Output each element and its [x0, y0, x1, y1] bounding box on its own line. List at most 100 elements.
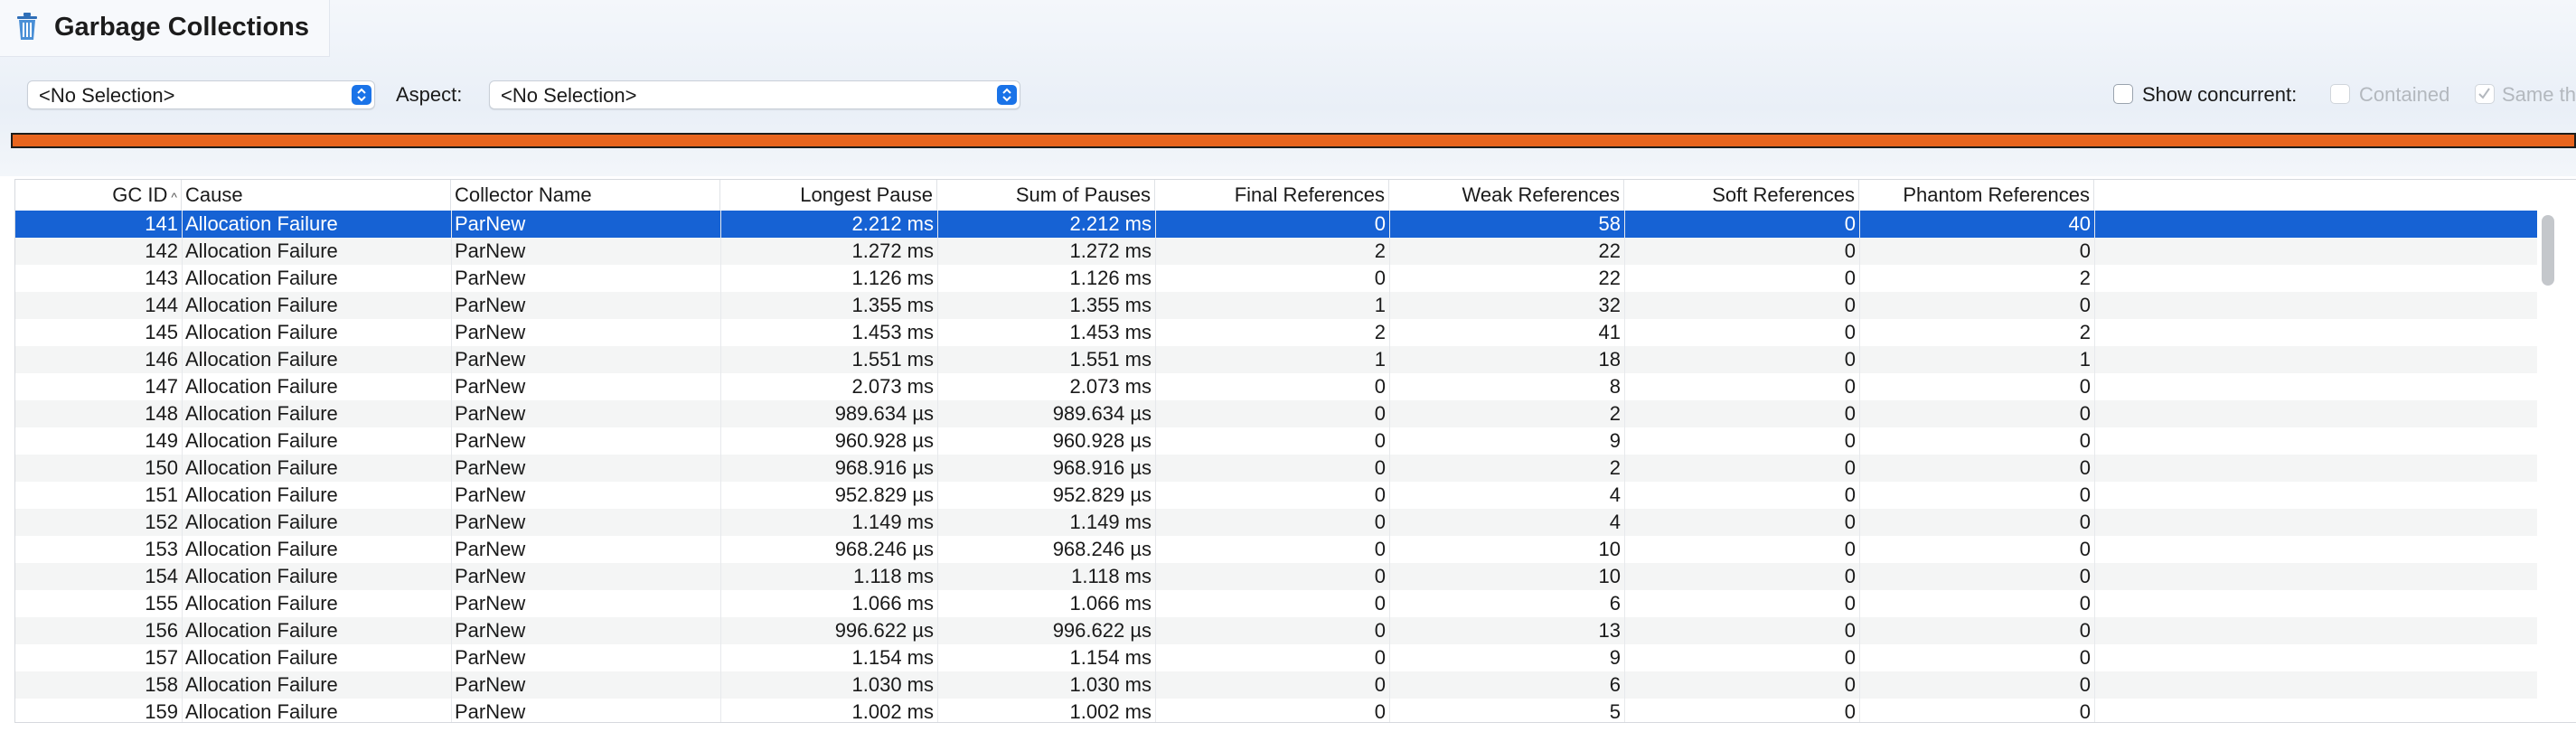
sum-of-pauses-cell: 996.622 µs — [1052, 619, 1152, 642]
collector-name-cell: ParNew — [455, 402, 526, 425]
soft-references-cell: 0 — [1844, 375, 1856, 398]
gc-id-cell: 152 — [145, 511, 178, 533]
weak-references-cell: 9 — [1609, 429, 1621, 452]
table-row[interactable]: 147 Allocation Failure ParNew 2.073 ms 2.073… — [15, 373, 2537, 400]
column-header-gc-id[interactable]: GC ID ^ — [15, 180, 182, 211]
phantom-references-cell: 40 — [2068, 212, 2091, 235]
contained-checkbox[interactable] — [2330, 84, 2350, 104]
show-concurrent-checkbox[interactable] — [2113, 84, 2133, 104]
column-header-weak-references[interactable]: Weak References — [1389, 180, 1624, 211]
collector-name-cell: ParNew — [455, 700, 526, 723]
longest-pause-cell: 2.212 ms — [851, 212, 935, 235]
phantom-references-cell: 0 — [2079, 673, 2091, 696]
sum-of-pauses-cell: 1.355 ms — [1069, 294, 1152, 316]
table-row[interactable]: 145 Allocation Failure ParNew 1.453 ms 1.453… — [15, 319, 2537, 346]
column-header-final-references[interactable]: Final References — [1155, 180, 1389, 211]
weak-references-cell: 4 — [1609, 511, 1621, 533]
cause-cell: Allocation Failure — [185, 619, 338, 642]
table-row[interactable]: 144 Allocation Failure ParNew 1.355 ms 1.355… — [15, 292, 2537, 319]
table-row[interactable]: 155 Allocation Failure ParNew 1.066 ms 1.066… — [15, 590, 2537, 617]
table-row[interactable]: 152 Allocation Failure ParNew 1.149 ms 1.149… — [15, 509, 2537, 536]
timeline-bar[interactable] — [11, 133, 2576, 148]
table-row[interactable]: 148 Allocation Failure ParNew 989.634 µs 989… — [15, 400, 2537, 427]
weak-references-cell: 18 — [1598, 348, 1621, 371]
show-concurrent-label: Show concurrent: — [2142, 83, 2298, 106]
sum-of-pauses-cell: 1.453 ms — [1069, 321, 1152, 343]
column-divider — [182, 211, 183, 722]
column-divider — [937, 211, 938, 722]
table-row[interactable]: 142 Allocation Failure ParNew 1.272 ms 1.272… — [15, 238, 2537, 265]
final-references-cell: 0 — [1374, 565, 1386, 587]
same-threads-checkbox[interactable] — [2475, 84, 2495, 104]
column-header-label: GC ID — [112, 183, 168, 206]
column-header-cause[interactable]: Cause — [182, 180, 451, 211]
column-divider — [720, 211, 721, 722]
collector-name-cell: ParNew — [455, 619, 526, 642]
column-header-soft-references[interactable]: Soft References — [1624, 180, 1859, 211]
soft-references-cell: 0 — [1844, 429, 1856, 452]
soft-references-cell: 0 — [1844, 483, 1856, 506]
phantom-references-cell: 0 — [2079, 456, 2091, 479]
final-references-cell: 0 — [1374, 402, 1386, 425]
column-header-longest-pause[interactable]: Longest Pause — [720, 180, 937, 211]
longest-pause-cell: 1.118 ms — [853, 565, 934, 587]
column-header-phantom-references[interactable]: Phantom References — [1859, 180, 2094, 211]
final-references-cell: 1 — [1374, 348, 1386, 371]
soft-references-cell: 0 — [1844, 619, 1856, 642]
weak-references-cell: 41 — [1598, 321, 1621, 343]
phantom-references-cell: 0 — [2079, 565, 2091, 587]
cause-cell: Allocation Failure — [185, 592, 338, 615]
table-row[interactable]: 159 Allocation Failure ParNew 1.002 ms 1.002… — [15, 699, 2537, 723]
table-row[interactable]: 149 Allocation Failure ParNew 960.928 µs 960… — [15, 427, 2537, 455]
view-tab[interactable]: Garbage Collections — [0, 0, 330, 57]
longest-pause-cell: 1.453 ms — [851, 321, 935, 343]
vertical-scrollbar[interactable] — [2542, 215, 2554, 286]
table-row[interactable]: 146 Allocation Failure ParNew 1.551 ms 1.551… — [15, 346, 2537, 373]
final-references-cell: 0 — [1374, 429, 1386, 452]
weak-references-cell: 6 — [1609, 592, 1621, 615]
cause-cell: Allocation Failure — [185, 429, 338, 452]
table-row[interactable]: 141 Allocation Failure ParNew 2.212 ms 2.212… — [15, 211, 2537, 238]
column-header-sum-of-pauses[interactable]: Sum of Pauses — [937, 180, 1155, 211]
final-references-cell: 0 — [1374, 700, 1386, 723]
gc-id-cell: 158 — [145, 673, 178, 696]
column-header-collector-name[interactable]: Collector Name — [451, 180, 720, 211]
cause-cell: Allocation Failure — [185, 511, 338, 533]
page-title: Garbage Collections — [54, 13, 310, 42]
final-references-cell: 0 — [1374, 212, 1386, 235]
table-row[interactable]: 157 Allocation Failure ParNew 1.154 ms 1.154… — [15, 644, 2537, 671]
final-references-cell: 0 — [1374, 646, 1386, 669]
collector-name-cell: ParNew — [455, 375, 526, 398]
table-row[interactable]: 151 Allocation Failure ParNew 952.829 µs 952… — [15, 482, 2537, 509]
longest-pause-cell: 2.073 ms — [851, 375, 935, 398]
collector-name-cell: ParNew — [455, 212, 526, 235]
table-row[interactable]: 156 Allocation Failure ParNew 996.622 µs 996… — [15, 617, 2537, 644]
table-row[interactable]: 153 Allocation Failure ParNew 968.246 µs 968… — [15, 536, 2537, 563]
table-row[interactable]: 158 Allocation Failure ParNew 1.030 ms 1.030… — [15, 671, 2537, 699]
table-row[interactable]: 150 Allocation Failure ParNew 968.916 µs 968… — [15, 455, 2537, 482]
soft-references-cell: 0 — [1844, 538, 1856, 560]
filter-select[interactable]: <No Selection> — [27, 80, 375, 109]
gc-id-cell: 142 — [145, 239, 178, 262]
sum-of-pauses-cell: 960.928 µs — [1052, 429, 1152, 452]
weak-references-cell: 9 — [1609, 646, 1621, 669]
aspect-select[interactable]: <No Selection> — [489, 80, 1020, 109]
phantom-references-cell: 0 — [2079, 619, 2091, 642]
collector-name-cell: ParNew — [455, 348, 526, 371]
sort-ascending-icon: ^ — [171, 190, 177, 204]
gc-id-cell: 147 — [145, 375, 178, 398]
sum-of-pauses-cell: 1.030 ms — [1069, 673, 1152, 696]
gc-id-cell: 144 — [145, 294, 178, 316]
cause-cell: Allocation Failure — [185, 700, 338, 723]
table-row[interactable]: 154 Allocation Failure ParNew 1.118 ms 1.118… — [15, 563, 2537, 590]
column-divider — [451, 211, 452, 722]
soft-references-cell: 0 — [1844, 294, 1856, 316]
table-row[interactable]: 143 Allocation Failure ParNew 1.126 ms 1.126… — [15, 265, 2537, 292]
collector-name-cell: ParNew — [455, 538, 526, 560]
weak-references-cell: 6 — [1609, 673, 1621, 696]
final-references-cell: 0 — [1374, 483, 1386, 506]
final-references-cell: 0 — [1374, 456, 1386, 479]
cause-cell: Allocation Failure — [185, 565, 338, 587]
final-references-cell: 2 — [1374, 239, 1386, 262]
weak-references-cell: 10 — [1598, 538, 1621, 560]
